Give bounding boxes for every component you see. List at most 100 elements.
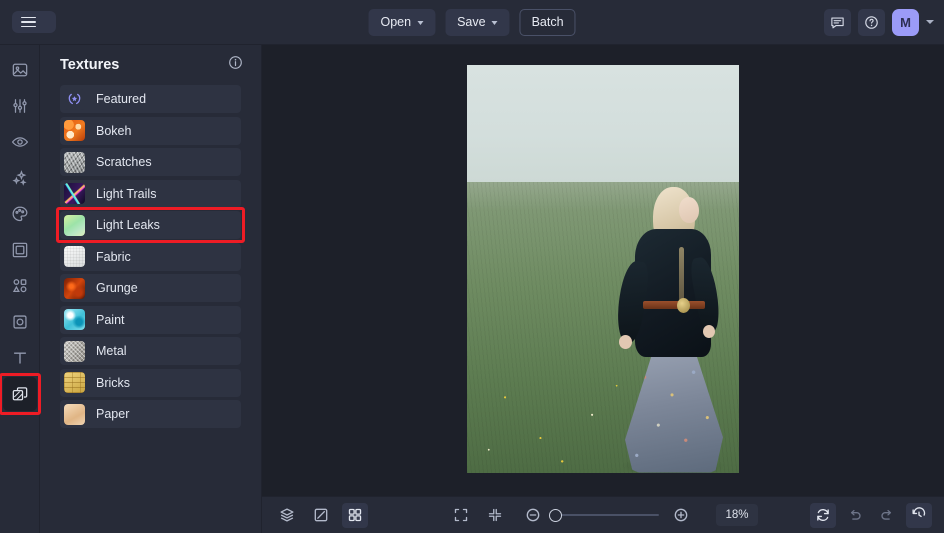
avatar[interactable]: M xyxy=(892,8,919,36)
grid-view-button[interactable] xyxy=(342,502,368,528)
layers-texture-icon xyxy=(12,387,27,401)
texture-item-paint[interactable]: Paint xyxy=(60,305,241,334)
plus-circle-icon xyxy=(674,508,688,522)
rail-item-retouch[interactable] xyxy=(3,125,37,159)
textures-list: Featured Bokeh Scratches Light Trails Light … xyxy=(40,85,261,533)
zoom-slider-group xyxy=(520,503,694,528)
history-button[interactable] xyxy=(906,502,932,528)
info-circle-icon[interactable] xyxy=(228,55,243,75)
app-menu-button[interactable] xyxy=(12,10,56,34)
undo-button[interactable] xyxy=(842,503,868,528)
shrink-collapse-icon xyxy=(488,508,502,522)
zoom-controls: 18% xyxy=(448,503,758,528)
figure-necklace xyxy=(679,246,684,305)
reset-refresh-icon xyxy=(817,509,829,521)
shapes-icon xyxy=(12,279,26,293)
sliders-icon xyxy=(12,99,27,113)
save-button[interactable]: Save xyxy=(445,8,510,36)
tool-rail xyxy=(0,45,41,533)
chevron-down-icon[interactable] xyxy=(926,20,934,24)
figure-floral-skirt xyxy=(625,346,723,473)
zoom-level-field[interactable]: 18% xyxy=(716,504,758,526)
chat-bubble-icon xyxy=(831,16,844,28)
view-mode-group xyxy=(274,502,368,528)
texture-item-scratches[interactable]: Scratches xyxy=(60,148,241,176)
editor-body: Textures Featured Bokeh Scratches Light Tra… xyxy=(0,45,944,533)
figure-belt-buckle xyxy=(677,297,690,313)
texture-item-bricks[interactable]: Bricks xyxy=(60,368,241,397)
photo-sky xyxy=(467,64,739,182)
texture-item-featured[interactable]: Featured xyxy=(60,85,241,113)
minus-circle-icon xyxy=(526,508,540,522)
laurel-award-icon xyxy=(64,88,85,110)
fit-to-screen-button[interactable] xyxy=(448,503,474,528)
shrink-button[interactable] xyxy=(482,503,508,528)
compare-split-icon xyxy=(314,508,328,522)
zoom-level-value: 18% xyxy=(725,509,749,521)
rail-item-effects[interactable] xyxy=(3,161,37,195)
texture-item-light-trails[interactable]: Light Trails xyxy=(60,179,241,208)
texture-item-paper[interactable]: Paper xyxy=(60,400,241,428)
photo-preview[interactable] xyxy=(467,64,739,473)
texture-thumbnail xyxy=(64,120,85,141)
frame-icon xyxy=(12,242,27,258)
rail-item-transform[interactable] xyxy=(3,305,37,339)
canvas-column: 18% xyxy=(262,45,944,533)
eye-icon xyxy=(11,137,28,147)
batch-label: Batch xyxy=(531,15,564,29)
texture-thumbnail xyxy=(64,340,85,362)
compare-button[interactable] xyxy=(308,503,334,528)
redo-button[interactable] xyxy=(874,503,900,528)
crop-transform-icon xyxy=(12,315,27,329)
texture-item-metal[interactable]: Metal xyxy=(60,337,241,365)
texture-thumbnail xyxy=(64,309,85,330)
texture-item-label: Paper xyxy=(96,407,130,421)
open-button[interactable]: Open xyxy=(368,8,436,36)
file-actions: Open Save Batch xyxy=(368,8,576,36)
zoom-slider-handle[interactable] xyxy=(549,508,562,522)
texture-thumbnail xyxy=(64,372,85,393)
panel-header: Textures xyxy=(40,45,261,85)
rail-item-frames[interactable] xyxy=(3,233,37,267)
text-t-icon xyxy=(13,352,26,364)
help-button[interactable] xyxy=(858,8,885,36)
sparkles-icon xyxy=(11,170,27,186)
save-label: Save xyxy=(457,15,486,29)
texture-item-label: Bricks xyxy=(96,375,131,390)
texture-thumbnail xyxy=(64,183,85,204)
rail-item-text[interactable] xyxy=(3,341,37,375)
reset-button[interactable] xyxy=(810,502,836,528)
figure-right-hand xyxy=(703,324,715,338)
zoom-slider[interactable] xyxy=(549,508,659,522)
rail-item-adjust[interactable] xyxy=(3,89,37,123)
rail-item-image[interactable] xyxy=(3,53,37,87)
texture-item-label: Metal xyxy=(96,344,127,358)
texture-item-light-leaks[interactable]: Light Leaks xyxy=(56,207,245,243)
layers-button[interactable] xyxy=(274,503,300,528)
layers-icon xyxy=(280,508,294,522)
texture-item-grunge[interactable]: Grunge xyxy=(60,274,241,302)
rail-item-color[interactable] xyxy=(3,197,37,231)
redo-arrow-icon xyxy=(881,509,892,520)
batch-button[interactable]: Batch xyxy=(519,8,576,36)
rail-item-shapes[interactable] xyxy=(3,269,37,303)
chevron-down-icon xyxy=(491,20,498,25)
history-clock-icon xyxy=(912,507,926,518)
textures-panel: Textures Featured Bokeh Scratches Light Tra… xyxy=(40,45,262,533)
rail-item-textures[interactable] xyxy=(0,373,41,415)
page-title: Textures xyxy=(60,57,120,73)
texture-item-label: Paint xyxy=(96,312,125,327)
feedback-button[interactable] xyxy=(824,8,851,36)
avatar-initial: M xyxy=(900,14,911,30)
canvas-area[interactable] xyxy=(262,45,944,496)
zoom-in-button[interactable] xyxy=(668,503,694,528)
texture-item-bokeh[interactable]: Bokeh xyxy=(60,116,241,145)
zoom-out-button[interactable] xyxy=(520,503,546,528)
texture-item-label: Scratches xyxy=(96,155,152,169)
texture-item-label: Grunge xyxy=(96,281,138,295)
texture-item-label: Light Leaks xyxy=(96,218,160,232)
texture-thumbnail xyxy=(64,403,85,425)
texture-item-label: Light Trails xyxy=(96,186,157,201)
fit-to-screen-icon xyxy=(454,508,468,522)
texture-item-fabric[interactable]: Fabric xyxy=(60,242,241,271)
